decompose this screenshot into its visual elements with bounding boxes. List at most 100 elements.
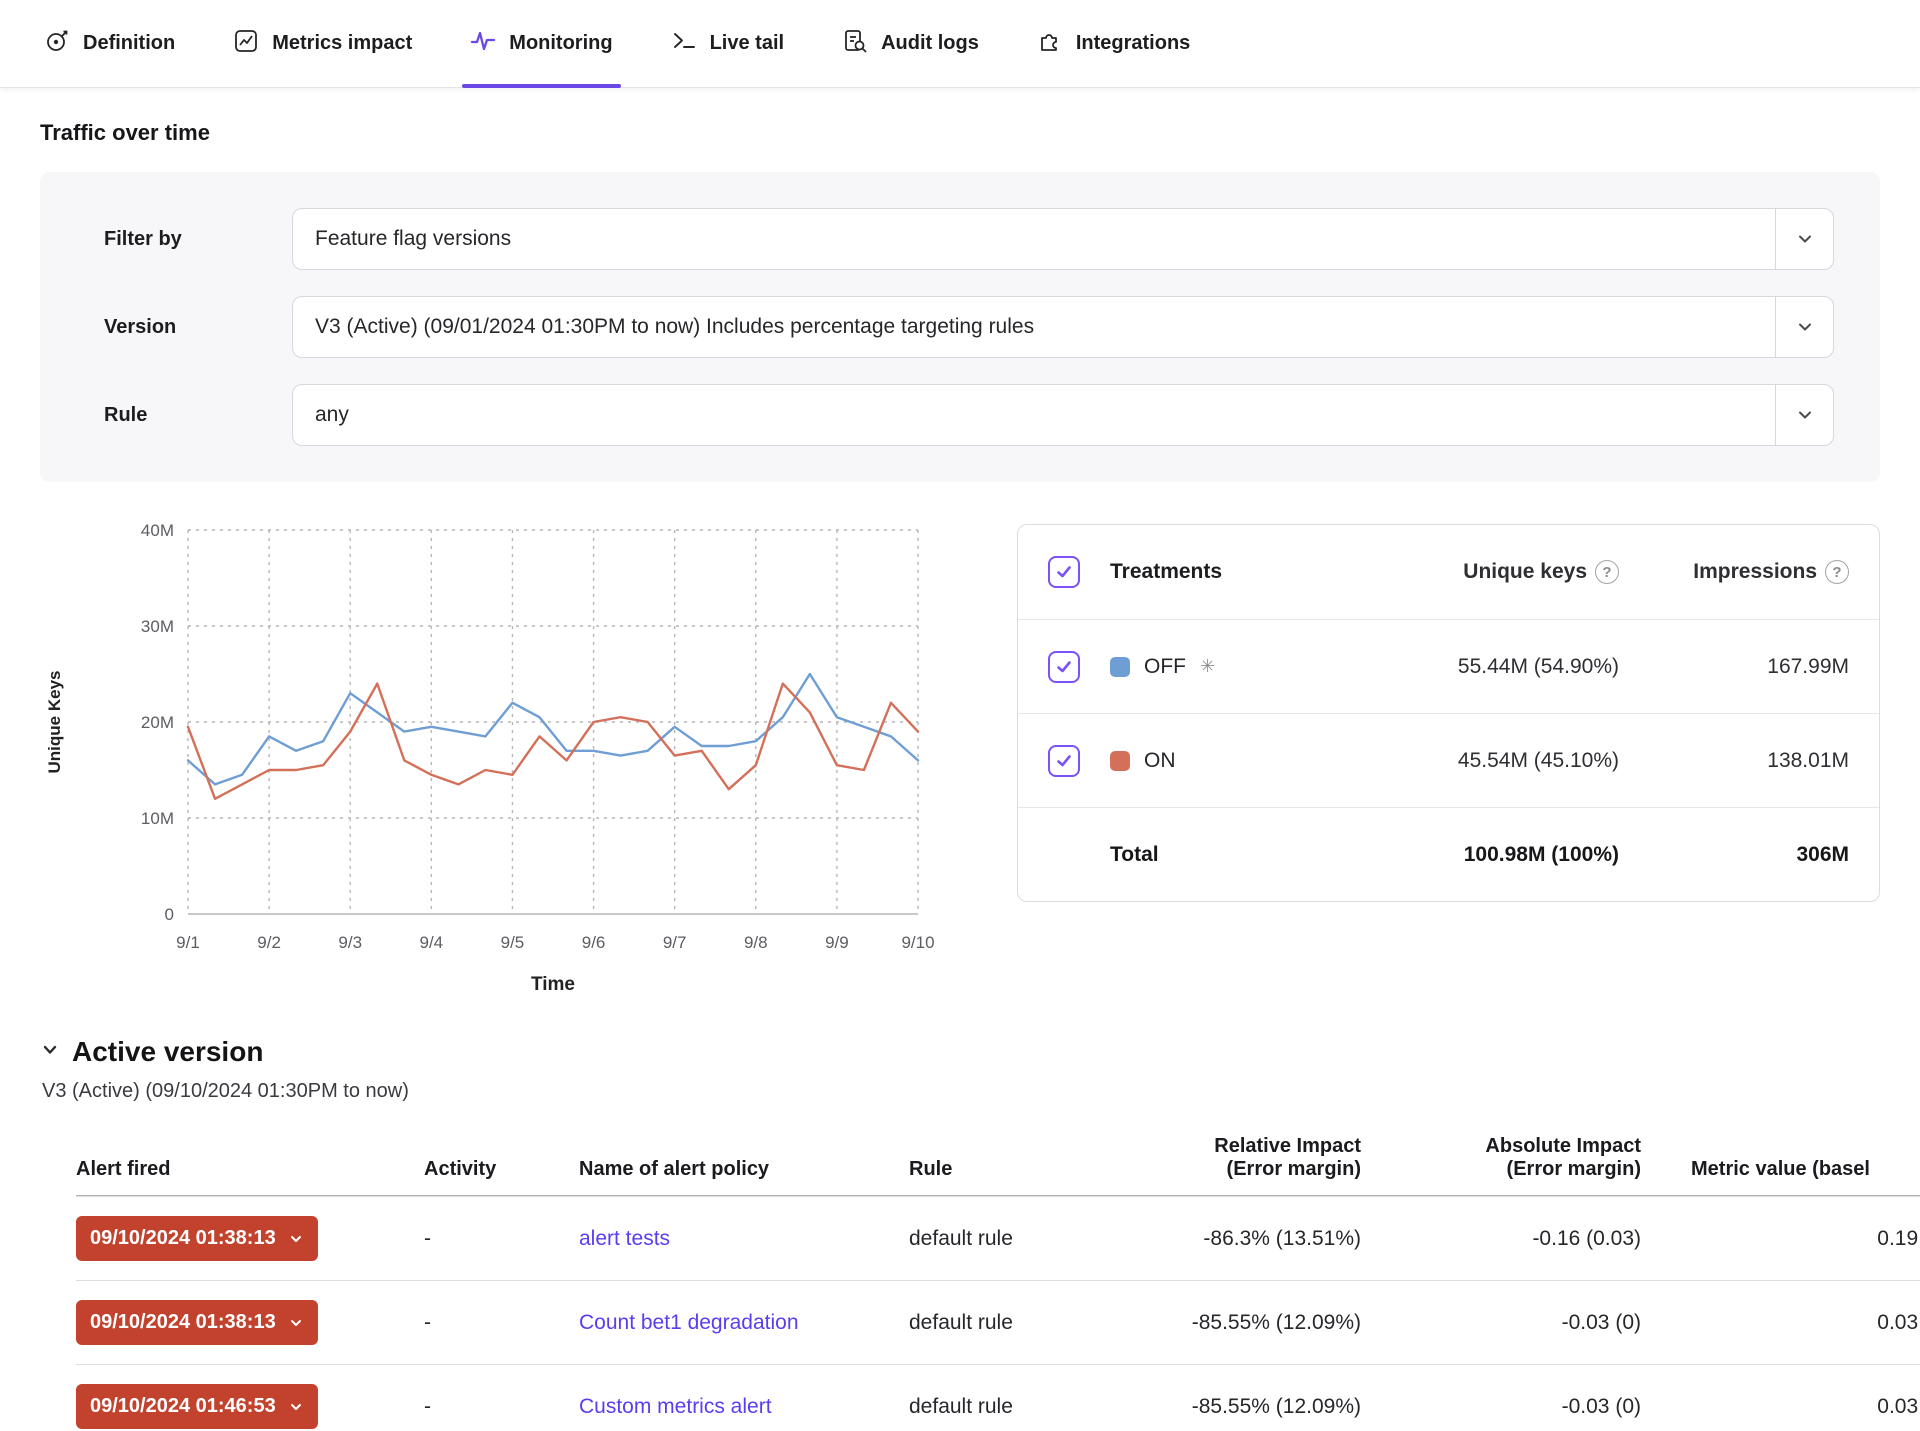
svg-text:Time: Time	[531, 974, 575, 995]
rule-row: Rule any	[104, 384, 1834, 446]
treatment-on-checkbox[interactable]	[1048, 745, 1080, 777]
traffic-line-chart: 010M20M30M40M9/19/29/39/49/59/69/79/89/9…	[40, 516, 945, 1001]
alert-row: 09/10/2024 01:38:13 - Count bet1 degrada…	[76, 1280, 1920, 1364]
active-version-subtitle: V3 (Active) (09/10/2024 01:30PM to now)	[42, 1080, 1880, 1103]
alert-fired-badge[interactable]: 09/10/2024 01:38:13	[76, 1216, 318, 1261]
chevron-down-icon[interactable]	[1775, 385, 1833, 445]
svg-text:20M: 20M	[141, 713, 174, 732]
on-impressions-value: 138.01M	[1619, 749, 1849, 773]
svg-text:Unique Keys: Unique Keys	[45, 671, 64, 774]
svg-text:10M: 10M	[141, 809, 174, 828]
help-icon[interactable]: ?	[1595, 560, 1619, 584]
version-select[interactable]: V3 (Active) (09/01/2024 01:30PM to now) …	[292, 296, 1834, 358]
svg-text:9/8: 9/8	[744, 933, 768, 952]
tab-audit-logs-label: Audit logs	[881, 32, 979, 55]
rule-label: Rule	[104, 404, 292, 427]
alert-policy-name-header: Name of alert policy	[579, 1148, 909, 1195]
tab-definition[interactable]: Definition	[44, 0, 175, 87]
filter-by-row: Filter by Feature flag versions	[104, 208, 1834, 270]
filter-by-value: Feature flag versions	[315, 227, 511, 251]
chevron-down-icon[interactable]	[1775, 297, 1833, 357]
on-color-swatch	[1110, 751, 1130, 771]
tab-live-tail[interactable]: Live tail	[671, 0, 784, 87]
treatments-select-all-checkbox[interactable]	[1048, 556, 1080, 588]
document-search-icon	[842, 28, 868, 59]
activity-cell: -	[424, 1311, 579, 1335]
relative-impact-cell: -85.55% (12.09%)	[1139, 1311, 1361, 1335]
filter-by-label: Filter by	[104, 228, 292, 251]
rule-cell: default rule	[909, 1311, 1139, 1335]
treatments-table: Treatments Unique keys ? Impressions ? O…	[1017, 524, 1880, 902]
svg-text:9/7: 9/7	[663, 933, 687, 952]
svg-text:9/4: 9/4	[420, 933, 444, 952]
absolute-impact-cell: -0.16 (0.03)	[1361, 1227, 1641, 1251]
collapse-chevron-icon[interactable]	[40, 1040, 60, 1065]
alerts-header-row: Alert fired Activity Name of alert polic…	[76, 1125, 1920, 1196]
alert-policy-link[interactable]: alert tests	[579, 1227, 670, 1250]
svg-text:9/5: 9/5	[501, 933, 525, 952]
frozen-icon: ✳	[1200, 656, 1215, 677]
treatment-off-checkbox[interactable]	[1048, 651, 1080, 683]
alert-fired-time: 09/10/2024 01:46:53	[90, 1395, 276, 1418]
alert-fired-badge[interactable]: 09/10/2024 01:46:53	[76, 1384, 318, 1429]
treatments-total-row: Total 100.98M (100%) 306M	[1018, 807, 1879, 901]
version-label: Version	[104, 316, 292, 339]
alert-fired-header: Alert fired	[76, 1148, 424, 1195]
alert-policy-link[interactable]: Count bet1 degradation	[579, 1311, 799, 1334]
rule-header: Rule	[909, 1148, 1139, 1195]
alert-row: 09/10/2024 01:46:53 - Custom metrics ale…	[76, 1364, 1920, 1431]
alerts-table: Alert fired Activity Name of alert polic…	[76, 1125, 1920, 1431]
terminal-icon	[671, 28, 697, 59]
tab-monitoring[interactable]: Monitoring	[470, 0, 612, 87]
absolute-impact-cell: -0.03 (0)	[1361, 1311, 1641, 1335]
tab-audit-logs[interactable]: Audit logs	[842, 0, 979, 87]
absolute-impact-cell: -0.03 (0)	[1361, 1395, 1641, 1419]
puzzle-icon	[1037, 28, 1063, 59]
svg-text:9/6: 9/6	[582, 933, 606, 952]
treatment-off-label: OFF ✳	[1110, 655, 1319, 679]
on-unique-keys-value: 45.54M (45.10%)	[1319, 749, 1619, 773]
metric-value-cell: 0.19 (	[1641, 1227, 1920, 1251]
relative-impact-cell: -86.3% (13.51%)	[1139, 1227, 1361, 1251]
svg-text:0: 0	[165, 905, 174, 924]
chevron-down-icon[interactable]	[1775, 209, 1833, 269]
activity-header: Activity	[424, 1148, 579, 1195]
traffic-section: 010M20M30M40M9/19/29/39/49/59/69/79/89/9…	[40, 516, 1880, 1006]
rule-value: any	[315, 403, 349, 427]
svg-text:9/2: 9/2	[257, 933, 281, 952]
tab-definition-label: Definition	[83, 32, 175, 55]
tab-integrations-label: Integrations	[1076, 32, 1190, 55]
treatments-column-header: Treatments	[1110, 560, 1319, 584]
svg-text:9/1: 9/1	[176, 933, 200, 952]
alert-policy-link[interactable]: Custom metrics alert	[579, 1395, 772, 1418]
treatment-on-label: ON	[1110, 749, 1319, 773]
metric-value-cell: 0.03 (	[1641, 1395, 1920, 1419]
active-version-header[interactable]: Active version	[40, 1036, 1880, 1068]
tab-bar: Definition Metrics impact Monitoring Liv…	[0, 0, 1920, 88]
svg-text:30M: 30M	[141, 617, 174, 636]
off-unique-keys-value: 55.44M (54.90%)	[1319, 655, 1619, 679]
monitoring-pulse-icon	[470, 28, 496, 59]
alert-fired-time: 09/10/2024 01:38:13	[90, 1311, 276, 1334]
alert-row: 09/10/2024 01:38:13 - alert tests defaul…	[76, 1196, 1920, 1280]
help-icon[interactable]: ?	[1825, 560, 1849, 584]
svg-text:40M: 40M	[141, 521, 174, 540]
treatment-row-off: OFF ✳ 55.44M (54.90%) 167.99M	[1018, 619, 1879, 713]
tab-monitoring-label: Monitoring	[509, 32, 612, 55]
rule-cell: default rule	[909, 1395, 1139, 1419]
tab-metrics-impact[interactable]: Metrics impact	[233, 0, 412, 87]
rule-cell: default rule	[909, 1227, 1139, 1251]
alert-fired-badge[interactable]: 09/10/2024 01:38:13	[76, 1300, 318, 1345]
rule-select[interactable]: any	[292, 384, 1834, 446]
tab-live-tail-label: Live tail	[710, 32, 784, 55]
off-impressions-value: 167.99M	[1619, 655, 1849, 679]
filter-panel: Filter by Feature flag versions Version …	[40, 172, 1880, 482]
relative-impact-header: Relative Impact (Error margin)	[1139, 1125, 1361, 1195]
total-impressions-value: 306M	[1619, 843, 1849, 867]
tab-integrations[interactable]: Integrations	[1037, 0, 1190, 87]
metric-value-header: Metric value (basel	[1641, 1148, 1920, 1195]
filter-by-select[interactable]: Feature flag versions	[292, 208, 1834, 270]
treatment-name: ON	[1144, 749, 1176, 773]
absolute-impact-line1: Absolute Impact	[1361, 1135, 1641, 1158]
chevron-down-icon	[288, 1231, 304, 1247]
